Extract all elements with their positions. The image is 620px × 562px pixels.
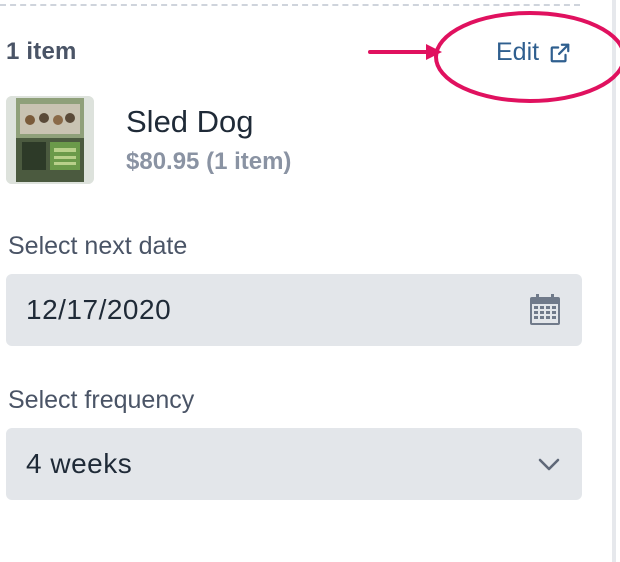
edit-label: Edit xyxy=(496,38,540,66)
product-name: Sled Dog xyxy=(126,104,254,139)
next-date-field[interactable]: 12/17/2020 xyxy=(6,274,582,346)
product-image-art xyxy=(6,96,94,184)
next-date-value: 12/17/2020 xyxy=(26,294,172,325)
external-link-icon xyxy=(550,43,570,62)
calendar-icon[interactable] xyxy=(528,293,562,327)
chevron-down-icon xyxy=(538,458,560,471)
annotation-arrowhead xyxy=(426,44,442,60)
item-count: 1 item xyxy=(6,38,77,65)
panel-border xyxy=(612,0,616,562)
frequency-label: Select frequency xyxy=(8,386,195,414)
next-date-label: Select next date xyxy=(8,232,188,260)
frequency-select[interactable]: 4 weeks xyxy=(6,428,582,500)
product-price: $80.95 (1 item) xyxy=(126,148,292,175)
product-thumbnail xyxy=(6,96,94,184)
cart-item: Sled Dog $80.95 (1 item) xyxy=(6,96,566,186)
section-divider xyxy=(0,0,580,6)
edit-button[interactable]: Edit xyxy=(496,38,571,67)
frequency-value: 4 weeks xyxy=(26,448,133,479)
